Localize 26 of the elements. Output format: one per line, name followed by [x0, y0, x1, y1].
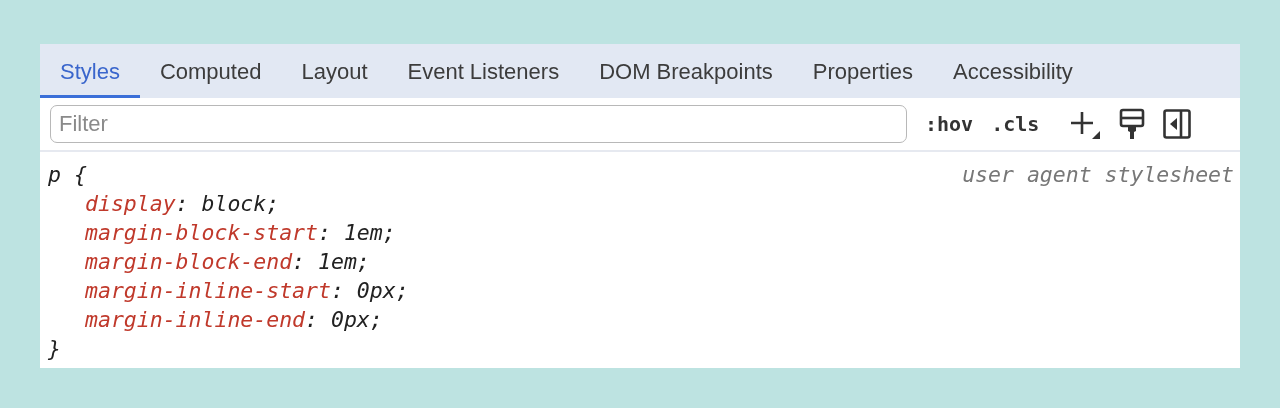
css-property: margin-block-end — [85, 249, 293, 274]
stylesheet-source: user agent stylesheet — [962, 161, 1234, 189]
css-property: display — [85, 191, 176, 216]
css-value: : 1em; — [318, 220, 396, 245]
tab[interactable]: Styles — [40, 44, 140, 98]
tab[interactable]: Properties — [792, 44, 934, 98]
tab[interactable]: Accessibility — [933, 44, 1093, 98]
paint-brush-icon[interactable] — [1119, 108, 1146, 140]
css-property: margin-inline-start — [85, 278, 331, 303]
tab[interactable]: Computed — [139, 44, 282, 98]
css-property: margin-inline-end — [85, 307, 306, 332]
tab[interactable]: DOM Breakpoints — [579, 44, 793, 98]
sidebar-toggle-icon[interactable] — [1163, 109, 1192, 139]
css-value: : block; — [175, 191, 280, 216]
css-value: : 0px; — [330, 278, 409, 303]
css-selector: p { — [48, 161, 87, 189]
css-value: : 1em; — [292, 249, 370, 274]
css-property: margin-block-start — [85, 220, 318, 245]
filter-field[interactable]: Filter — [50, 105, 907, 143]
tab[interactable]: Event Listeners — [387, 44, 580, 98]
css-value: : 0px; — [305, 307, 383, 332]
tab[interactable]: Layout — [281, 44, 388, 98]
toggle-button[interactable]: .cls — [985, 112, 1046, 136]
closing-brace: } — [48, 336, 61, 361]
toggle-button[interactable]: :hov — [919, 112, 980, 136]
add-rule-icon[interactable] — [1069, 109, 1102, 139]
